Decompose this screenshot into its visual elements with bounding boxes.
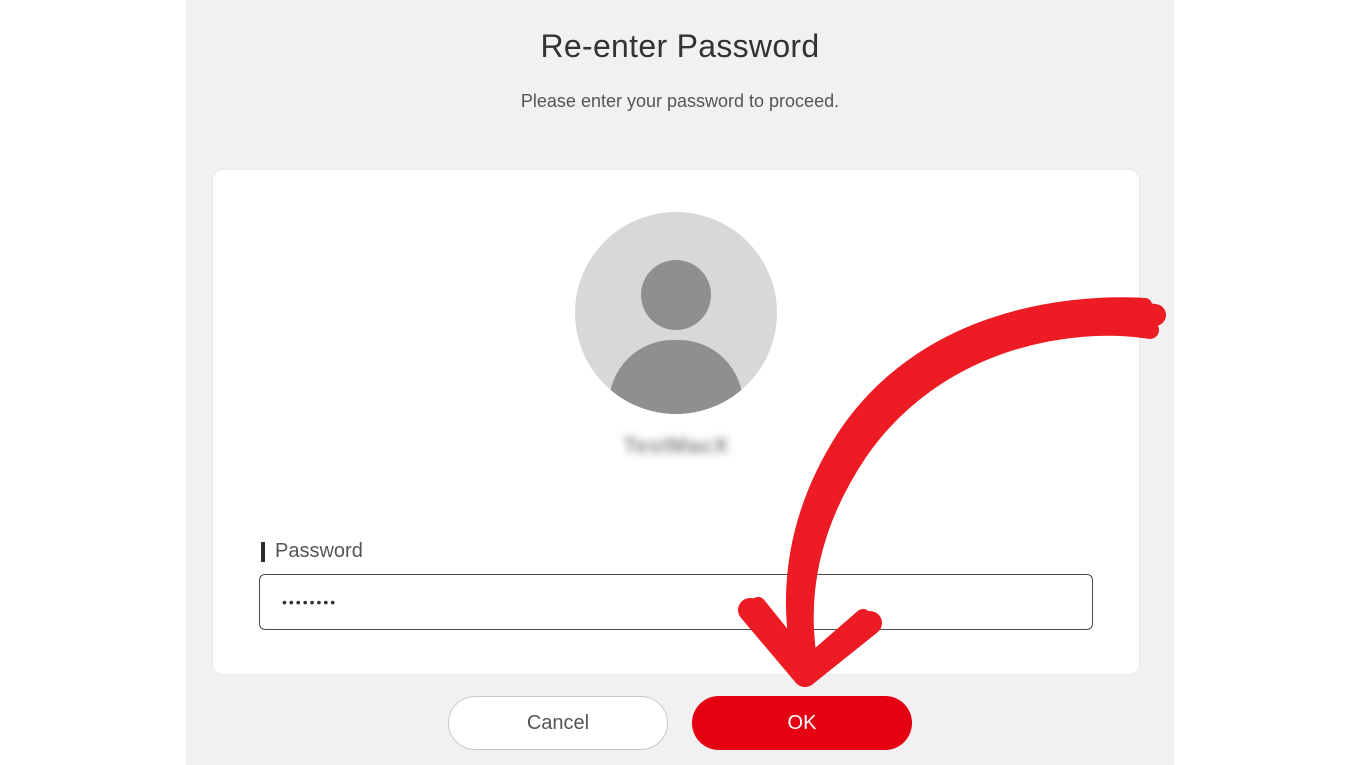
password-label: Password xyxy=(275,540,363,563)
cancel-button[interactable]: Cancel xyxy=(448,696,668,750)
ok-button[interactable]: OK xyxy=(692,696,912,750)
text-cursor-icon xyxy=(261,542,265,562)
button-row: Cancel OK xyxy=(186,696,1174,750)
user-silhouette-icon xyxy=(575,212,777,414)
username-label: TestMacX xyxy=(575,433,777,459)
password-card: TestMacX Password xyxy=(213,170,1139,674)
password-input[interactable] xyxy=(259,574,1093,630)
user-block: TestMacX xyxy=(575,212,777,459)
password-dialog-container: Re-enter Password Please enter your pass… xyxy=(186,0,1174,765)
password-label-row: Password xyxy=(261,540,363,563)
dialog-title: Re-enter Password xyxy=(186,28,1174,65)
dialog-subtitle: Please enter your password to proceed. xyxy=(186,91,1174,112)
